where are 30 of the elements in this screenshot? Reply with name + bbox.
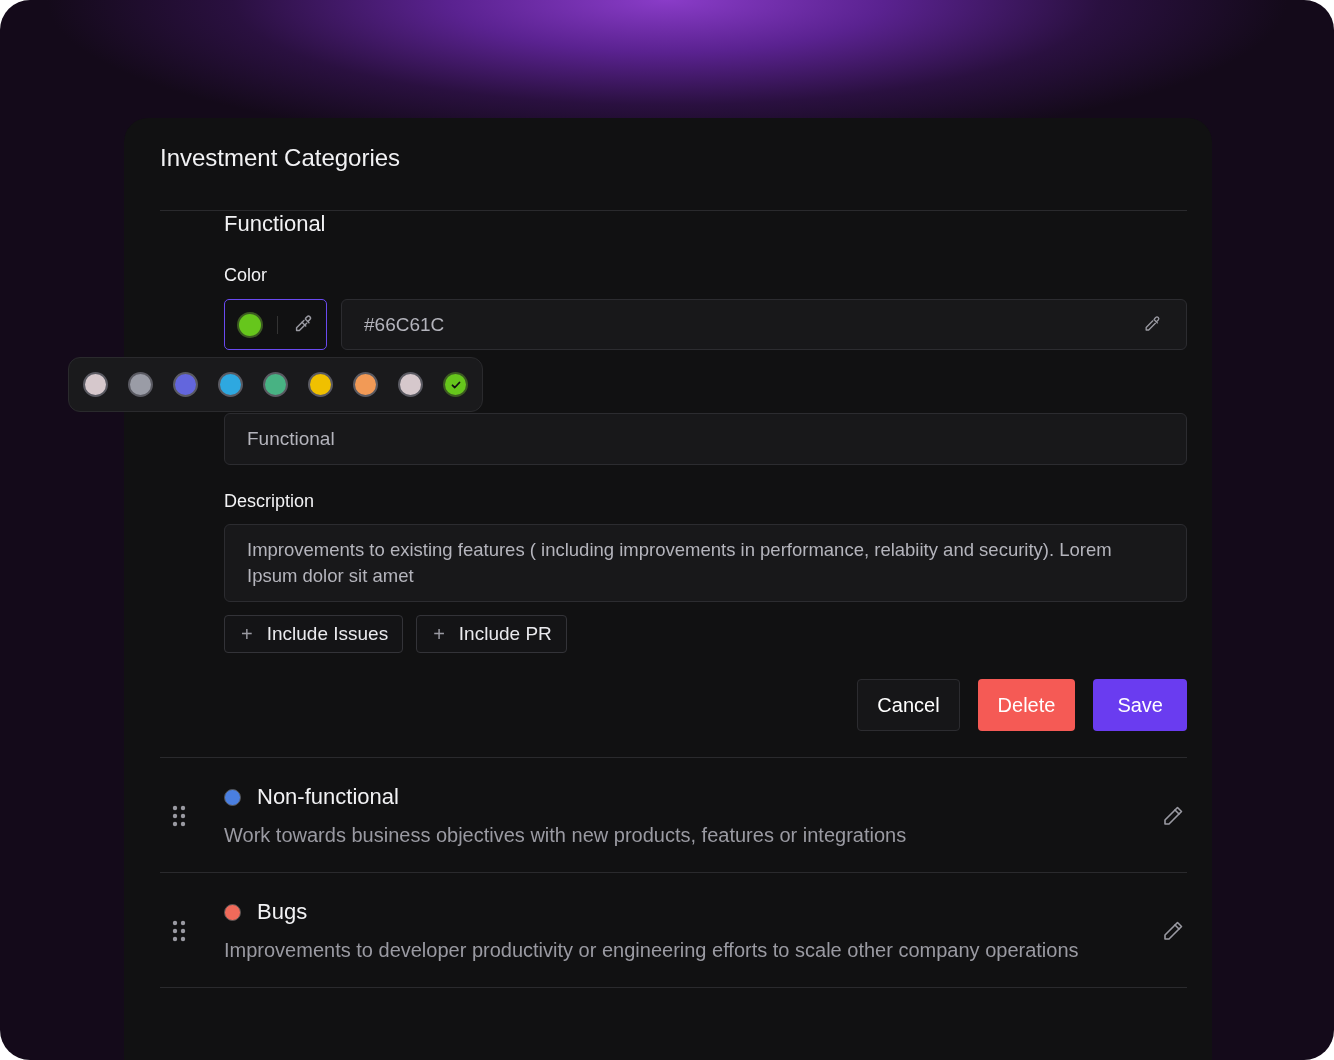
include-button[interactable]: + Include Issues [224, 615, 404, 653]
edit-icon[interactable] [1161, 919, 1185, 943]
color-swatch[interactable] [173, 372, 198, 397]
field-label: Color [224, 265, 268, 286]
hex-value: #66C61C [364, 313, 445, 336]
cancel-button[interactable]: Cancel [857, 679, 960, 731]
drag-handle-icon[interactable] [172, 920, 186, 942]
name-input-field[interactable]: Functional [224, 413, 1187, 465]
color-swatch[interactable] [128, 372, 153, 397]
window-title: Investment Categories [160, 144, 1187, 211]
color-swatch[interactable] [218, 372, 243, 397]
category-name: Non-functional [257, 784, 399, 810]
color-swatch[interactable] [398, 372, 423, 397]
field-label: Description [224, 491, 316, 512]
category-description: Work towards business objectives with new products, features or integrations [224, 823, 908, 848]
save-button[interactable]: Save [1093, 679, 1187, 731]
color-swatch[interactable] [83, 372, 108, 397]
edit-icon[interactable] [1161, 804, 1185, 828]
color-swatch[interactable] [353, 372, 378, 397]
color-swatch[interactable] [263, 372, 288, 397]
drag-handle-icon[interactable] [172, 805, 186, 827]
category-name: Bugs [257, 899, 308, 925]
description-field[interactable]: Improvements to existing features ( including improvements in performance, relabiity and security). Lorem Ipsum dolor sit amet [224, 524, 1187, 602]
category-title: Functional [224, 211, 327, 237]
hex-input-field[interactable]: #66C61C [341, 299, 1187, 350]
category-description: Improvements to developer productivity or engineering efforts to scale other company operations [224, 938, 1080, 963]
include-button[interactable]: + Include PR [416, 615, 567, 653]
color-swatch[interactable] [308, 372, 333, 397]
color-swatch[interactable] [443, 372, 468, 397]
color-picker-button[interactable] [224, 299, 327, 350]
